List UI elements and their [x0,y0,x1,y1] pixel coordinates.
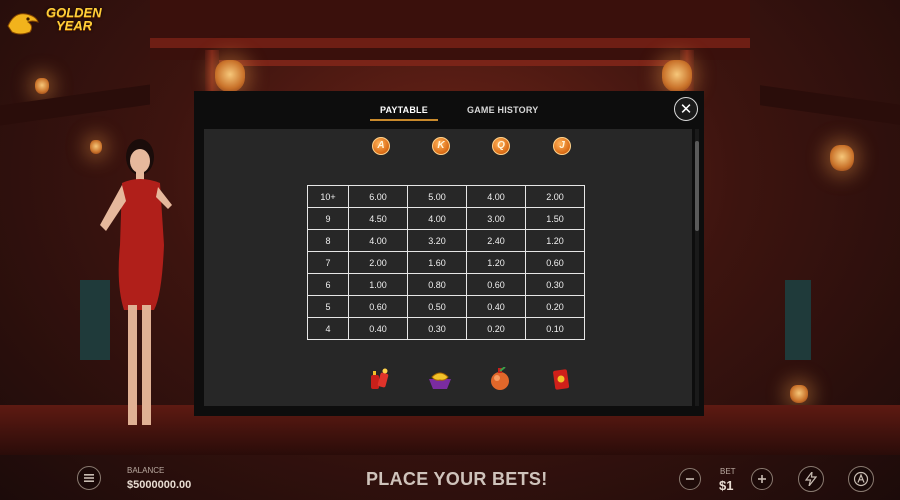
dragon-icon [7,13,39,35]
row-count-cell: 5 [307,295,349,318]
payout-cell: 4.00 [466,185,526,208]
payout-cell: 0.10 [525,317,585,340]
paytable-table: 10+ 6.00 5.00 4.00 2.00 9 4.50 4.00 3.00 1.50 8 4.0… [307,185,585,340]
payout-cell: 0.60 [525,251,585,274]
payout-cell: 0.60 [466,273,526,296]
payout-cell: 0.20 [466,317,526,340]
payout-cell: 3.20 [407,229,467,252]
symbol-j-icon: J [553,137,571,155]
balance-label: BALANCE [127,466,165,475]
modal-tabs: PAYTABLE GAME HISTORY [194,91,704,129]
bet-value: $1 [719,478,734,493]
payout-cell: 2.00 [348,251,408,274]
payout-cell: 0.40 [466,295,526,318]
scrollbar-thumb[interactable] [695,141,699,231]
payout-cell: 5.00 [407,185,467,208]
row-count-cell: 4 [307,317,349,340]
payout-cell: 0.80 [407,273,467,296]
turbo-button[interactable] [798,466,824,492]
payout-cell: 0.30 [407,317,467,340]
increase-bet-button[interactable] [751,468,773,490]
minus-icon [686,478,694,480]
row-count-cell: 9 [307,207,349,230]
payout-cell: 2.40 [466,229,526,252]
table-row: 4 0.40 0.30 0.20 0.10 [307,317,585,340]
table-row: 9 4.50 4.00 3.00 1.50 [307,207,585,230]
picture-symbol-row [204,367,692,395]
table-row: 7 2.00 1.60 1.20 0.60 [307,251,585,274]
payout-cell: 1.50 [525,207,585,230]
payout-cell: 1.20 [466,251,526,274]
table-row: 8 4.00 3.20 2.40 1.20 [307,229,585,252]
payout-cell: 6.00 [348,185,408,208]
payout-cell: 0.30 [525,273,585,296]
paytable-content: A K Q J 10+ 6.00 5.00 4.00 2.00 9 4.50 4.00 3.00… [204,129,692,406]
red-envelope-icon [553,369,570,390]
payout-cell: 1.60 [407,251,467,274]
game-logo: GOLDEN YEAR [6,4,102,38]
tab-game-history[interactable]: GAME HISTORY [467,105,538,115]
payout-cell: 1.00 [348,273,408,296]
gold-ingot-icon [429,372,451,389]
table-row: 5 0.60 0.50 0.40 0.20 [307,295,585,318]
autoplay-button[interactable] [848,466,874,492]
payout-cell: 0.60 [348,295,408,318]
autoplay-icon [853,471,869,487]
tab-paytable[interactable]: PAYTABLE [370,105,438,121]
status-text: PLACE YOUR BETS! [366,469,548,489]
character-figure [100,139,172,425]
firecracker-icon [371,368,389,389]
payout-cell: 0.40 [348,317,408,340]
balance-value: $5000000.00 [127,479,192,491]
close-button[interactable]: ✕ [674,97,698,121]
letter-symbol-row: A K Q J [204,137,692,161]
logo-text-line2: YEAR [56,18,93,33]
paytable-modal: PAYTABLE GAME HISTORY A K Q J 10+ 6.00 5.0… [194,91,704,416]
payout-cell: 0.20 [525,295,585,318]
row-count-cell: 6 [307,273,349,296]
payout-cell: 4.00 [348,229,408,252]
table-row: 10+ 6.00 5.00 4.00 2.00 [307,185,585,208]
modal-scrollbar[interactable] [695,129,699,406]
payout-cell: 1.20 [525,229,585,252]
lightning-icon [804,469,818,487]
decrease-bet-button[interactable] [679,468,701,490]
menu-button[interactable] [77,466,101,490]
symbol-k-icon: K [432,137,450,155]
table-row: 6 1.00 0.80 0.60 0.30 [307,273,585,296]
row-count-cell: 10+ [307,185,349,208]
payout-cell: 3.00 [466,207,526,230]
plus-icon [758,475,766,483]
symbol-a-icon: A [372,137,390,155]
payout-cell: 2.00 [525,185,585,208]
bet-label: BET [720,467,736,476]
lantern-ball-icon [491,367,509,390]
payout-cell: 4.00 [407,207,467,230]
row-count-cell: 8 [307,229,349,252]
menu-icon [84,474,94,482]
payout-cell: 0.50 [407,295,467,318]
payout-cell: 4.50 [348,207,408,230]
symbol-q-icon: Q [492,137,510,155]
row-count-cell: 7 [307,251,349,274]
